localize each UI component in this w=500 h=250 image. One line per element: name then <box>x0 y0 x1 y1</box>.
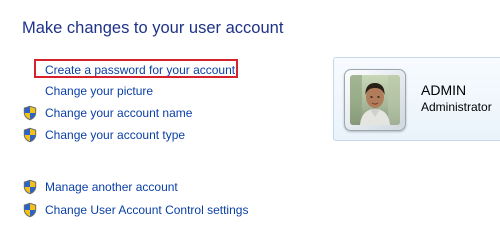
avatar[interactable] <box>350 75 400 125</box>
task-label: Change User Account Control settings <box>45 203 249 217</box>
account-card: ADMIN Administrator <box>333 57 500 141</box>
task-label: Change your picture <box>45 84 154 98</box>
uac-shield-icon <box>22 202 38 218</box>
change-picture-link[interactable]: Change your picture <box>22 82 153 100</box>
task-label: Manage another account <box>45 180 178 194</box>
task-label: Change your account name <box>45 106 193 120</box>
uac-shield-icon <box>22 105 38 121</box>
account-name: ADMIN <box>421 82 467 98</box>
page-title: Make changes to your user account <box>22 19 284 37</box>
manage-another-account-link[interactable]: Manage another account <box>22 178 178 196</box>
uac-shield-icon <box>22 127 38 143</box>
avatar-frame <box>344 69 406 131</box>
uac-shield-icon <box>22 179 38 195</box>
user-accounts-page: Make changes to your user account Create… <box>0 0 500 250</box>
task-label: Change your account type <box>45 128 186 142</box>
change-account-type-link[interactable]: Change your account type <box>22 126 185 144</box>
icon-placeholder <box>22 83 38 99</box>
highlight-box <box>34 59 238 78</box>
account-type: Administrator <box>421 100 492 114</box>
change-account-name-link[interactable]: Change your account name <box>22 104 192 122</box>
change-uac-settings-link[interactable]: Change User Account Control settings <box>22 201 248 219</box>
